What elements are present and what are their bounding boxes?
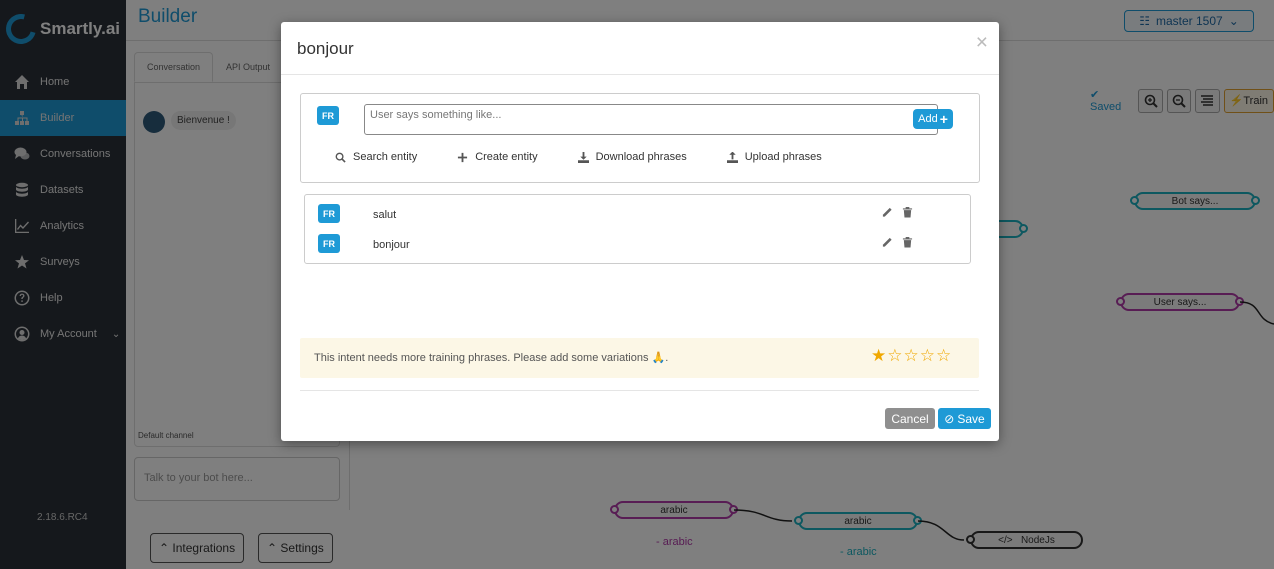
save-button[interactable]: ⊘ Save: [938, 408, 991, 429]
download-phrases-button[interactable]: Download phrases: [577, 151, 687, 163]
search-entity-button[interactable]: Search entity: [335, 151, 417, 163]
trash-icon[interactable]: [902, 236, 913, 248]
edit-pencil-icon[interactable]: [882, 236, 893, 248]
list-item: FR salut: [305, 199, 970, 229]
plus-icon: +: [939, 111, 948, 127]
modal-footer-divider: [300, 390, 979, 391]
quality-rating: ★ ☆ ☆ ☆ ☆: [871, 346, 951, 366]
create-entity-button[interactable]: Create entity: [457, 151, 538, 163]
download-phrases-label: Download phrases: [595, 151, 687, 163]
training-warning: This intent needs more training phrases.…: [300, 338, 979, 378]
phrase-text[interactable]: salut: [373, 209, 396, 221]
language-badge: FR: [318, 234, 340, 253]
save-label: Save: [957, 411, 985, 426]
edit-pencil-icon[interactable]: [882, 206, 893, 218]
add-phrase-button[interactable]: Add +: [913, 109, 953, 129]
modal-header: bonjour ×: [281, 22, 999, 75]
star-empty-icon: ☆: [887, 346, 903, 365]
search-entity-label: Search entity: [353, 151, 418, 163]
list-item: FR bonjour: [305, 229, 970, 259]
create-entity-label: Create entity: [475, 151, 538, 163]
modal-title: bonjour: [297, 39, 354, 58]
add-label: Add: [918, 113, 938, 125]
star-empty-icon: ☆: [936, 346, 952, 365]
upload-phrases-label: Upload phrases: [744, 151, 822, 163]
phrase-actions: Search entity Create entity Download phr…: [335, 151, 862, 163]
close-icon[interactable]: ×: [976, 32, 988, 53]
row-actions: [882, 236, 913, 248]
check-circle-icon: ⊘: [944, 411, 955, 426]
language-badge[interactable]: FR: [317, 106, 339, 125]
search-icon: [335, 152, 346, 163]
star-filled-icon: ★: [871, 346, 887, 365]
intent-modal: bonjour × FR User says something like...…: [281, 22, 999, 441]
language-badge: FR: [318, 204, 340, 223]
star-empty-icon: ☆: [919, 346, 935, 365]
row-actions: [882, 206, 913, 218]
add-phrase-panel: FR User says something like... Add + Sea…: [300, 93, 980, 183]
phrase-text[interactable]: bonjour: [373, 239, 410, 251]
training-phrases-list: FR salut FR bonjour: [304, 194, 971, 264]
plus-icon: [458, 152, 468, 162]
trash-icon[interactable]: [902, 206, 913, 218]
star-empty-icon: ☆: [903, 346, 919, 365]
phrase-input[interactable]: User says something like...: [364, 104, 938, 135]
upload-icon: [726, 151, 738, 163]
upload-phrases-button[interactable]: Upload phrases: [726, 151, 822, 163]
download-icon: [577, 151, 589, 163]
warning-text: This intent needs more training phrases.…: [314, 352, 669, 364]
cancel-button[interactable]: Cancel: [885, 408, 935, 429]
